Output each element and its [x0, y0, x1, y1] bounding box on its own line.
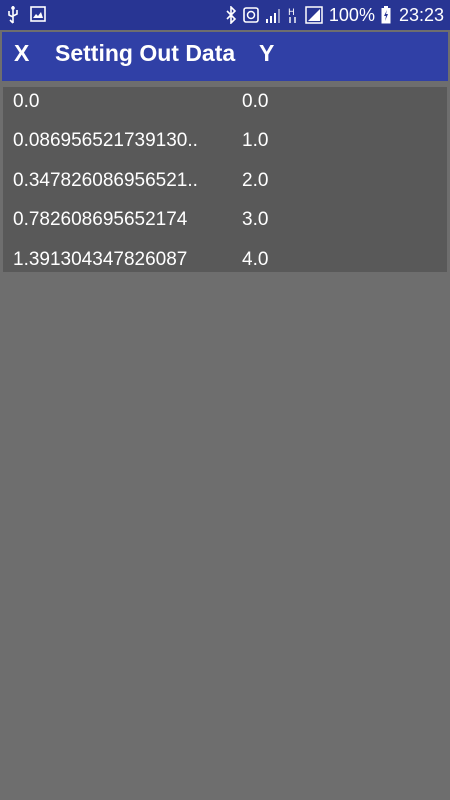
cell-x-value: 0.782608695652174 — [13, 209, 188, 230]
h-network-icon: H — [287, 6, 299, 24]
bluetooth-icon — [225, 6, 237, 24]
cell-y-value: 0.0 — [242, 91, 269, 112]
table-row[interactable]: 0.086956521739130.. 1.0 — [3, 126, 447, 165]
column-header-y: Y — [259, 40, 275, 66]
signal-icon — [265, 6, 281, 24]
cell-x-value: 0.347826086956521.. — [13, 170, 198, 191]
status-bar: H 100% 23:23 — [0, 0, 450, 30]
battery-percentage: 100% — [328, 5, 375, 25]
usb-icon — [6, 6, 20, 24]
cell-x-value: 0.086956521739130.. — [13, 130, 198, 151]
cell-x-value: 0.0 — [13, 91, 40, 112]
table-row[interactable]: 0.347826086956521.. 2.0 — [3, 166, 447, 205]
table-header: X Setting Out Data Y — [2, 30, 448, 81]
cell-y-value: 1.0 — [242, 130, 269, 151]
setting-out-table: 0.0 0.0 0.086956521739130.. 1.0 0.347826… — [3, 87, 447, 272]
cell-y-value: 2.0 — [242, 170, 269, 191]
battery-charging-icon — [381, 6, 391, 24]
cell-y-value: 3.0 — [242, 209, 269, 230]
svg-text:H: H — [288, 8, 295, 18]
table-row[interactable]: 0.0 0.0 — [3, 87, 447, 126]
table-row[interactable]: 1.391304347826087 4.0 — [3, 245, 447, 284]
column-header-x: X — [14, 40, 30, 66]
image-icon — [30, 6, 46, 24]
cell-x-value: 1.391304347826087 — [13, 249, 188, 270]
data-saver-icon — [243, 6, 259, 24]
cell-y-value: 4.0 — [242, 249, 269, 270]
status-time: 23:23 — [398, 5, 444, 25]
signal-full-icon — [305, 6, 323, 24]
page-title: Setting Out Data — [55, 40, 236, 66]
table-row[interactable]: 0.782608695652174 3.0 — [3, 205, 447, 244]
